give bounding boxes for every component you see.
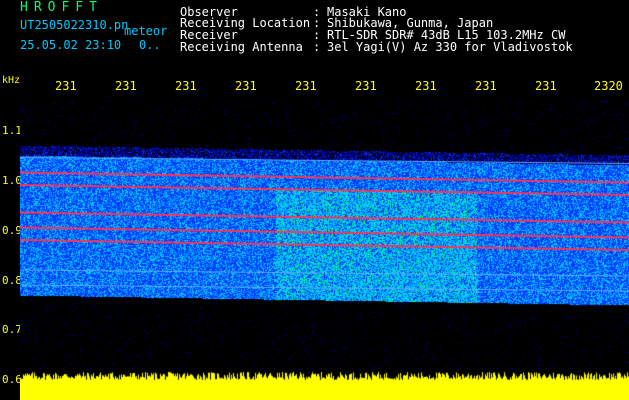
meteor-tag: meteor: [124, 24, 168, 38]
antenna-label: Receiving Antenna: [180, 40, 303, 54]
count-label: 0..: [139, 38, 161, 52]
y-tick: 1.0: [2, 174, 22, 187]
x-tick: 231: [415, 79, 437, 93]
datetime-label: 25.05.02 23:10: [20, 38, 122, 52]
y-tick: 1.1: [2, 124, 22, 137]
antenna-value: 3el Yagi(V) Az 330 for Vladivostok: [327, 40, 573, 54]
x-tick: 231: [535, 79, 557, 93]
noise-floor-band: [20, 370, 629, 400]
file-name: UT2505022310.pn: [20, 18, 129, 32]
x-tick: 2320: [594, 79, 623, 93]
x-tick: 231: [115, 79, 137, 93]
y-tick: 0.6: [2, 373, 22, 386]
y-tick: 0.7: [2, 323, 22, 336]
y-axis-unit: kHz: [2, 75, 21, 86]
station-callsign: HROFFT: [20, 0, 103, 15]
x-tick: 231: [235, 79, 257, 93]
spectrogram-plot: [20, 100, 629, 370]
y-tick: 0.9: [2, 224, 22, 237]
x-tick: 231: [175, 79, 197, 93]
x-tick: 231: [475, 79, 497, 93]
x-tick: 231: [295, 79, 317, 93]
x-tick: 231: [355, 79, 377, 93]
y-tick: 0.8: [2, 274, 22, 287]
x-tick: 231: [55, 79, 77, 93]
colon: :: [313, 40, 321, 54]
